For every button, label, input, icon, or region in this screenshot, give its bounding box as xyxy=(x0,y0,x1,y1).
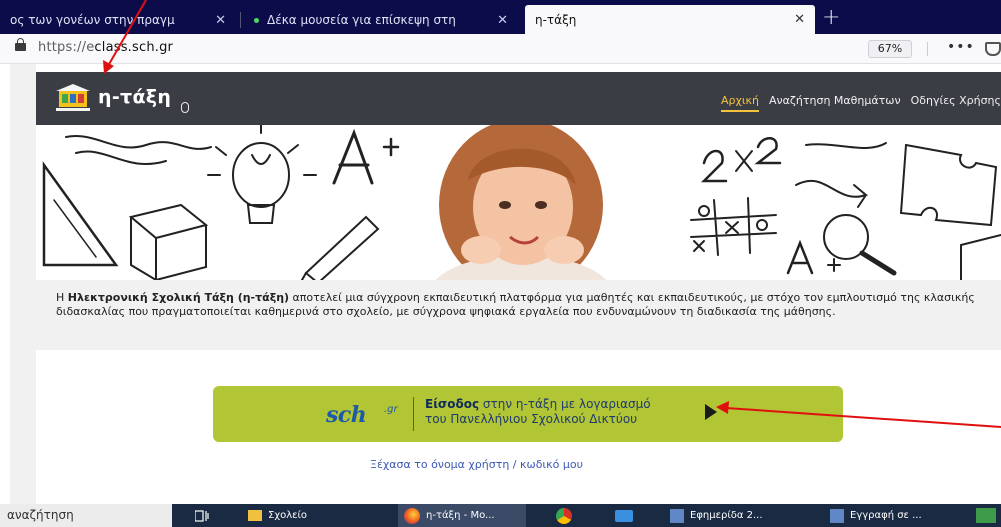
task-view-icon xyxy=(195,509,209,522)
intro-bold: Ηλεκτρονική Σχολική Τάξη (η-τάξη) xyxy=(67,291,290,304)
taskbar-item-chrome[interactable] xyxy=(556,504,578,527)
tab-title: ος των γονέων στην πραγμ xyxy=(10,13,175,27)
intro-section: Η Ηλεκτρονική Σχολική Τάξη (η-τάξη) αποτ… xyxy=(36,280,1001,350)
url-host: class.sch.gr xyxy=(94,40,174,55)
close-icon[interactable]: ✕ xyxy=(497,13,508,28)
document-icon xyxy=(670,508,684,523)
taskbar-item-word-1[interactable]: Εφημερίδα 2... xyxy=(670,504,763,527)
tab-title: Δέκα μουσεία για επίσκεψη στη xyxy=(267,13,456,27)
firefox-icon xyxy=(404,507,420,524)
close-icon[interactable]: ✕ xyxy=(215,13,226,28)
school-logo-icon[interactable] xyxy=(53,84,93,114)
site-header: η-τάξη Αρχική Αναζήτηση Μαθημάτων Οδηγίε… xyxy=(36,72,1001,125)
taskbar-item-label: Σχολείο xyxy=(268,510,308,521)
login-bold: Είσοδος xyxy=(425,397,480,411)
taskbar-item-video[interactable] xyxy=(615,504,639,527)
site-nav: Αρχική Αναζήτηση Μαθημάτων Οδηγίες Χρήση… xyxy=(720,94,1001,112)
task-view-button[interactable] xyxy=(195,504,209,527)
intro-text: Η Ηλεκτρονική Σχολική Τάξη (η-τάξη) αποτ… xyxy=(56,291,975,318)
divider xyxy=(927,42,928,56)
sch-login-button[interactable]: sch .gr Είσοδος στην η-τάξη με λογαριασμ… xyxy=(213,386,843,442)
favicon-icon xyxy=(254,17,259,23)
nav-item-course-search[interactable]: Αναζήτηση Μαθημάτων xyxy=(769,94,901,112)
sch-logo: sch xyxy=(326,402,367,428)
taskbar-item-word-2[interactable]: Εγγραφή σε ... xyxy=(830,504,922,527)
close-icon[interactable]: ✕ xyxy=(794,12,805,27)
zoom-indicator[interactable]: 67% xyxy=(868,40,912,58)
folder-icon xyxy=(248,510,262,521)
site-title[interactable]: η-τάξη xyxy=(98,86,171,108)
pocket-icon[interactable] xyxy=(985,42,1001,56)
browser-tab[interactable]: Δέκα μουσεία για επίσκεψη στη ✕ xyxy=(244,6,518,34)
browser-tab-strip: ος των γονέων στην πραγμ ✕ Δέκα μουσεία … xyxy=(0,0,1001,34)
more-actions-icon[interactable]: ••• xyxy=(947,39,975,55)
taskbar-item-folder[interactable]: Σχολείο xyxy=(248,504,307,527)
new-tab-button[interactable]: + xyxy=(822,5,840,30)
tab-separator xyxy=(240,12,241,28)
page-gutter xyxy=(10,64,36,504)
nav-item-home[interactable]: Αρχική xyxy=(720,94,760,112)
document-icon xyxy=(830,508,844,523)
sch-logo-suffix: .gr xyxy=(384,404,398,415)
play-icon xyxy=(705,404,717,420)
os-taskbar: αναζήτηση Σχολείο η-τάξη - Mo... Εφημερί… xyxy=(0,504,1001,527)
site-container: η-τάξη Αρχική Αναζήτηση Μαθημάτων Οδηγίε… xyxy=(36,72,1001,504)
login-label: Είσοδος στην η-τάξη με λογαριασμό του Πα… xyxy=(425,397,651,426)
taskbar-item-label: η-τάξη - Mo... xyxy=(426,510,495,521)
taskbar-item-label: Εγγραφή σε ... xyxy=(850,510,922,521)
taskbar-search-input[interactable]: αναζήτηση xyxy=(0,504,172,527)
tab-title: η-τάξη xyxy=(535,12,577,27)
spreadsheet-icon xyxy=(976,508,996,523)
url-field[interactable]: https://eclass.sch.gr xyxy=(38,40,173,55)
browser-tab-active[interactable]: η-τάξη ✕ xyxy=(525,5,815,34)
taskbar-item-excel[interactable] xyxy=(976,504,1001,527)
video-call-icon xyxy=(615,509,633,522)
forgot-credentials-link[interactable]: Ξέχασα το όνομα χρήστη / κωδικό μου xyxy=(370,458,583,471)
lock-icon xyxy=(15,38,26,51)
nav-item-user-guide[interactable]: Οδηγίες Χρήσης xyxy=(911,94,1001,112)
chrome-icon xyxy=(556,507,572,524)
address-bar: https://eclass.sch.gr 67% ••• xyxy=(0,34,1001,64)
hero-banner xyxy=(36,125,1001,280)
url-prefix: https://e xyxy=(38,40,95,55)
mouse-icon xyxy=(181,102,189,113)
girl-photo xyxy=(435,125,607,280)
taskbar-item-label: Εφημερίδα 2... xyxy=(690,510,763,521)
divider xyxy=(413,397,414,431)
taskbar-item-firefox[interactable]: η-τάξη - Mo... xyxy=(398,504,526,527)
hero-illustration xyxy=(42,125,1001,280)
browser-tab[interactable]: ος των γονέων στην πραγμ ✕ xyxy=(0,6,236,34)
page-viewport: η-τάξη Αρχική Αναζήτηση Μαθημάτων Οδηγίε… xyxy=(0,64,1001,504)
